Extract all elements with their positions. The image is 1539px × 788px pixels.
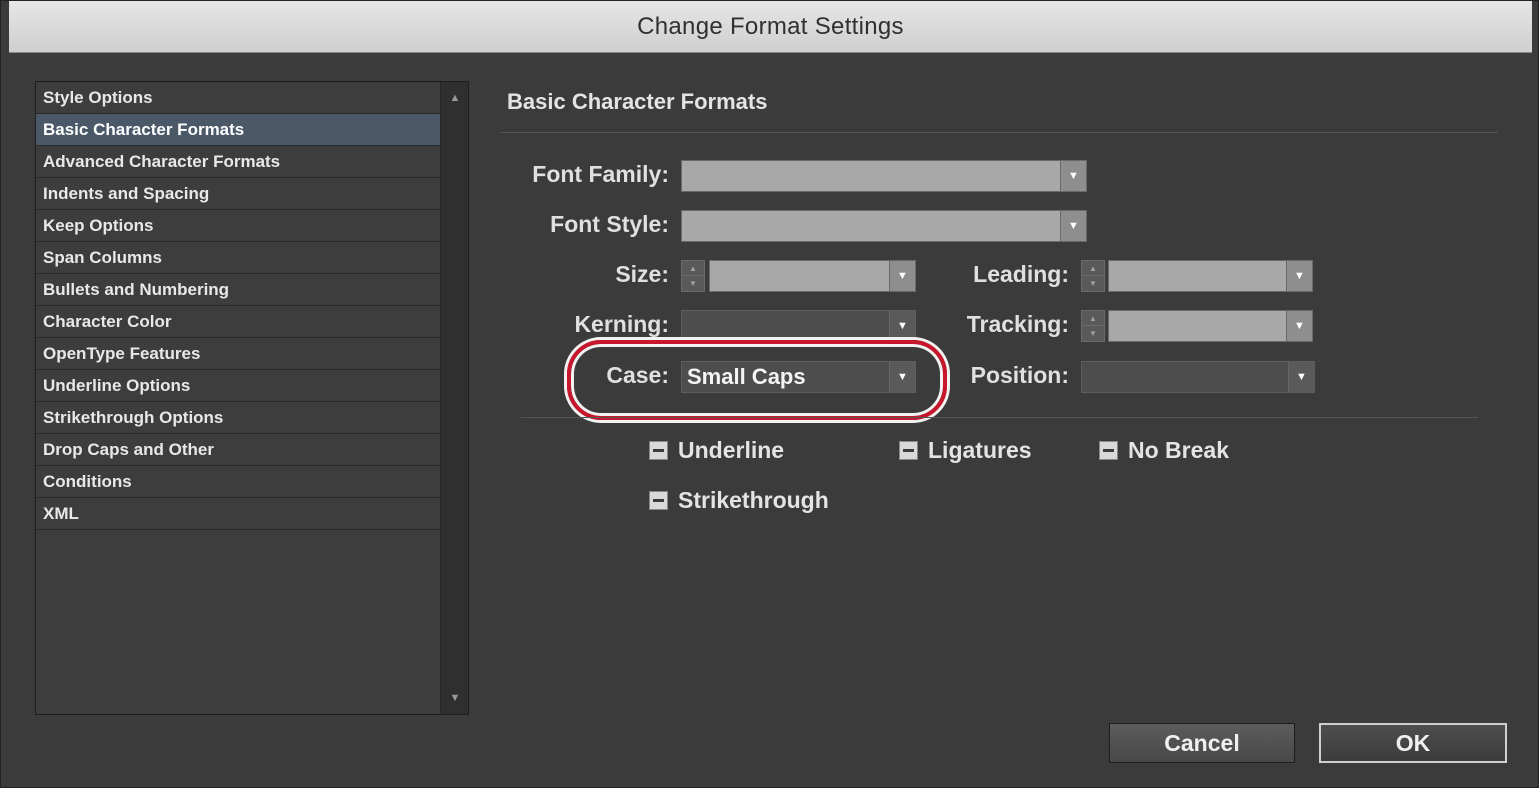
chevron-down-icon: ▼ xyxy=(1060,161,1086,191)
category-item[interactable]: Style Options xyxy=(36,82,440,114)
strikethrough-checkbox[interactable]: Strikethrough xyxy=(649,487,829,514)
ligatures-checkbox[interactable]: Ligatures xyxy=(899,437,1032,464)
category-scrollbar[interactable]: ▲ ▼ xyxy=(440,82,468,714)
category-item[interactable]: Strikethrough Options xyxy=(36,402,440,434)
font-family-label: Font Family: xyxy=(532,161,669,187)
category-item-label: Indents and Spacing xyxy=(43,183,210,203)
category-item[interactable]: Keep Options xyxy=(36,210,440,242)
category-item-label: Style Options xyxy=(43,87,153,107)
category-item[interactable]: Drop Caps and Other xyxy=(36,434,440,466)
increment-icon[interactable]: ▲ xyxy=(1082,311,1104,326)
indeterminate-checkbox-icon xyxy=(649,491,668,510)
size-label: Size: xyxy=(615,261,669,287)
category-item[interactable]: Indents and Spacing xyxy=(36,178,440,210)
position-dropdown[interactable]: ▼ xyxy=(1081,361,1315,393)
chevron-down-icon: ▼ xyxy=(1060,211,1086,241)
category-item[interactable]: Bullets and Numbering xyxy=(36,274,440,306)
category-item[interactable]: XML xyxy=(36,498,440,530)
chevron-down-icon: ▼ xyxy=(1286,261,1312,291)
size-stepper[interactable]: ▲ ▼ xyxy=(681,260,705,292)
category-item-label: Underline Options xyxy=(43,375,191,395)
category-item[interactable]: Basic Character Formats xyxy=(36,114,440,146)
chevron-down-icon: ▼ xyxy=(1288,362,1314,392)
kerning-dropdown[interactable]: ▼ xyxy=(681,310,916,342)
category-item[interactable]: OpenType Features xyxy=(36,338,440,370)
chevron-down-icon: ▼ xyxy=(889,261,915,291)
category-item[interactable]: Conditions xyxy=(36,466,440,498)
category-item[interactable]: Span Columns xyxy=(36,242,440,274)
category-item-label: Span Columns xyxy=(43,247,163,267)
case-value: Small Caps xyxy=(687,364,806,389)
chevron-down-icon: ▼ xyxy=(889,311,915,341)
underline-checkbox[interactable]: Underline xyxy=(649,437,784,464)
options-divider xyxy=(521,417,1478,418)
tracking-label: Tracking: xyxy=(966,311,1069,337)
case-label: Case: xyxy=(606,362,669,388)
decrement-icon[interactable]: ▼ xyxy=(1082,326,1104,341)
leading-label: Leading: xyxy=(973,261,1069,287)
indeterminate-checkbox-icon xyxy=(899,441,918,460)
indeterminate-checkbox-icon xyxy=(649,441,668,460)
category-item-label: Strikethrough Options xyxy=(43,407,224,427)
category-items: Style Options Basic Character Formats Adva… xyxy=(36,82,440,530)
size-dropdown[interactable]: ▼ xyxy=(709,260,916,292)
category-item-label: OpenType Features xyxy=(43,343,201,363)
category-item-label: Character Color xyxy=(43,311,172,331)
category-item[interactable]: Character Color xyxy=(36,306,440,338)
category-item[interactable]: Advanced Character Formats xyxy=(36,146,440,178)
change-format-settings-dialog: Change Format Settings Style Options Basi… xyxy=(0,0,1539,788)
section-title: Basic Character Formats xyxy=(507,89,768,114)
font-style-label: Font Style: xyxy=(550,211,669,237)
decrement-icon[interactable]: ▼ xyxy=(682,276,704,291)
category-item-label: XML xyxy=(43,503,79,523)
category-item-label: Keep Options xyxy=(43,215,154,235)
kerning-label: Kerning: xyxy=(574,311,669,337)
leading-dropdown[interactable]: ▼ xyxy=(1108,260,1313,292)
tracking-stepper[interactable]: ▲ ▼ xyxy=(1081,310,1105,342)
scroll-up-icon[interactable]: ▲ xyxy=(441,88,469,108)
cancel-button[interactable]: Cancel xyxy=(1109,723,1295,763)
category-item-label: Bullets and Numbering xyxy=(43,279,230,299)
decrement-icon[interactable]: ▼ xyxy=(1082,276,1104,291)
increment-icon[interactable]: ▲ xyxy=(1082,261,1104,276)
category-item-label: Drop Caps and Other xyxy=(43,439,214,459)
category-list[interactable]: Style Options Basic Character Formats Adva… xyxy=(35,81,469,715)
tracking-dropdown[interactable]: ▼ xyxy=(1108,310,1313,342)
position-label: Position: xyxy=(970,362,1069,388)
no-break-checkbox[interactable]: No Break xyxy=(1099,437,1229,464)
chevron-down-icon: ▼ xyxy=(1286,311,1312,341)
title-bar: Change Format Settings xyxy=(9,1,1532,53)
section-divider xyxy=(501,132,1498,133)
category-item-label: Basic Character Formats xyxy=(43,119,245,139)
leading-stepper[interactable]: ▲ ▼ xyxy=(1081,260,1105,292)
font-family-dropdown[interactable]: ▼ xyxy=(681,160,1087,192)
category-item[interactable]: Underline Options xyxy=(36,370,440,402)
font-style-dropdown[interactable]: ▼ xyxy=(681,210,1087,242)
case-dropdown[interactable]: Small Caps ▼ xyxy=(681,361,916,393)
indeterminate-checkbox-icon xyxy=(1099,441,1118,460)
category-item-label: Conditions xyxy=(43,471,132,491)
scroll-down-icon[interactable]: ▼ xyxy=(441,688,469,708)
category-item-label: Advanced Character Formats xyxy=(43,151,281,171)
ok-button[interactable]: OK xyxy=(1319,723,1507,763)
increment-icon[interactable]: ▲ xyxy=(682,261,704,276)
dialog-title: Change Format Settings xyxy=(637,12,904,40)
chevron-down-icon: ▼ xyxy=(889,362,915,392)
